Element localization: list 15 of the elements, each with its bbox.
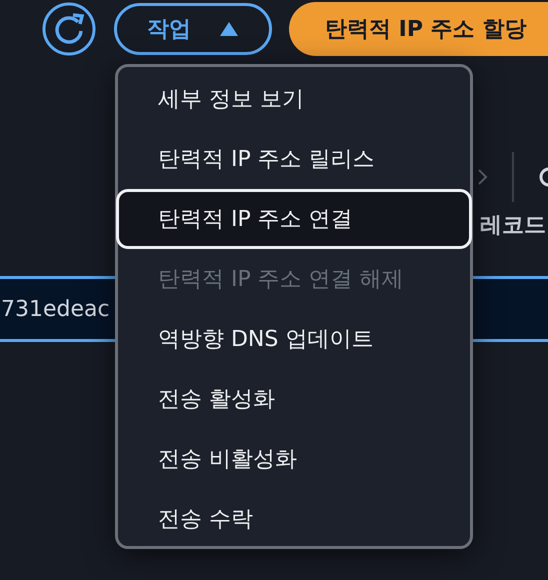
menu-item[interactable]: 탄력적 IP 주소 연결 [116, 189, 472, 249]
menu-item: 탄력적 IP 주소 연결 해제 [157, 266, 405, 294]
allocate-button[interactable]: 탄력적 IP 주소 할당 [289, 2, 548, 56]
actions-dropdown-button[interactable]: 작업 [114, 3, 272, 55]
chevron-right-icon[interactable] [478, 169, 488, 185]
menu-item[interactable]: 세부 정보 보기 [118, 69, 470, 129]
column-header: 레코드 [480, 212, 546, 240]
menu-item[interactable]: 역방향 DNS 업데이트 [118, 309, 470, 369]
refresh-icon[interactable] [42, 2, 96, 56]
table-cell: 731edeac [1, 296, 110, 322]
menu-item[interactable]: 전송 수락 [118, 489, 470, 549]
menu-item[interactable]: 전송 비활성화 [118, 429, 470, 489]
menu-item[interactable]: 탄력적 IP 주소 릴리스 [118, 129, 470, 189]
menu-item[interactable]: 전송 활성화 [118, 369, 470, 429]
caret-icon [219, 21, 239, 37]
